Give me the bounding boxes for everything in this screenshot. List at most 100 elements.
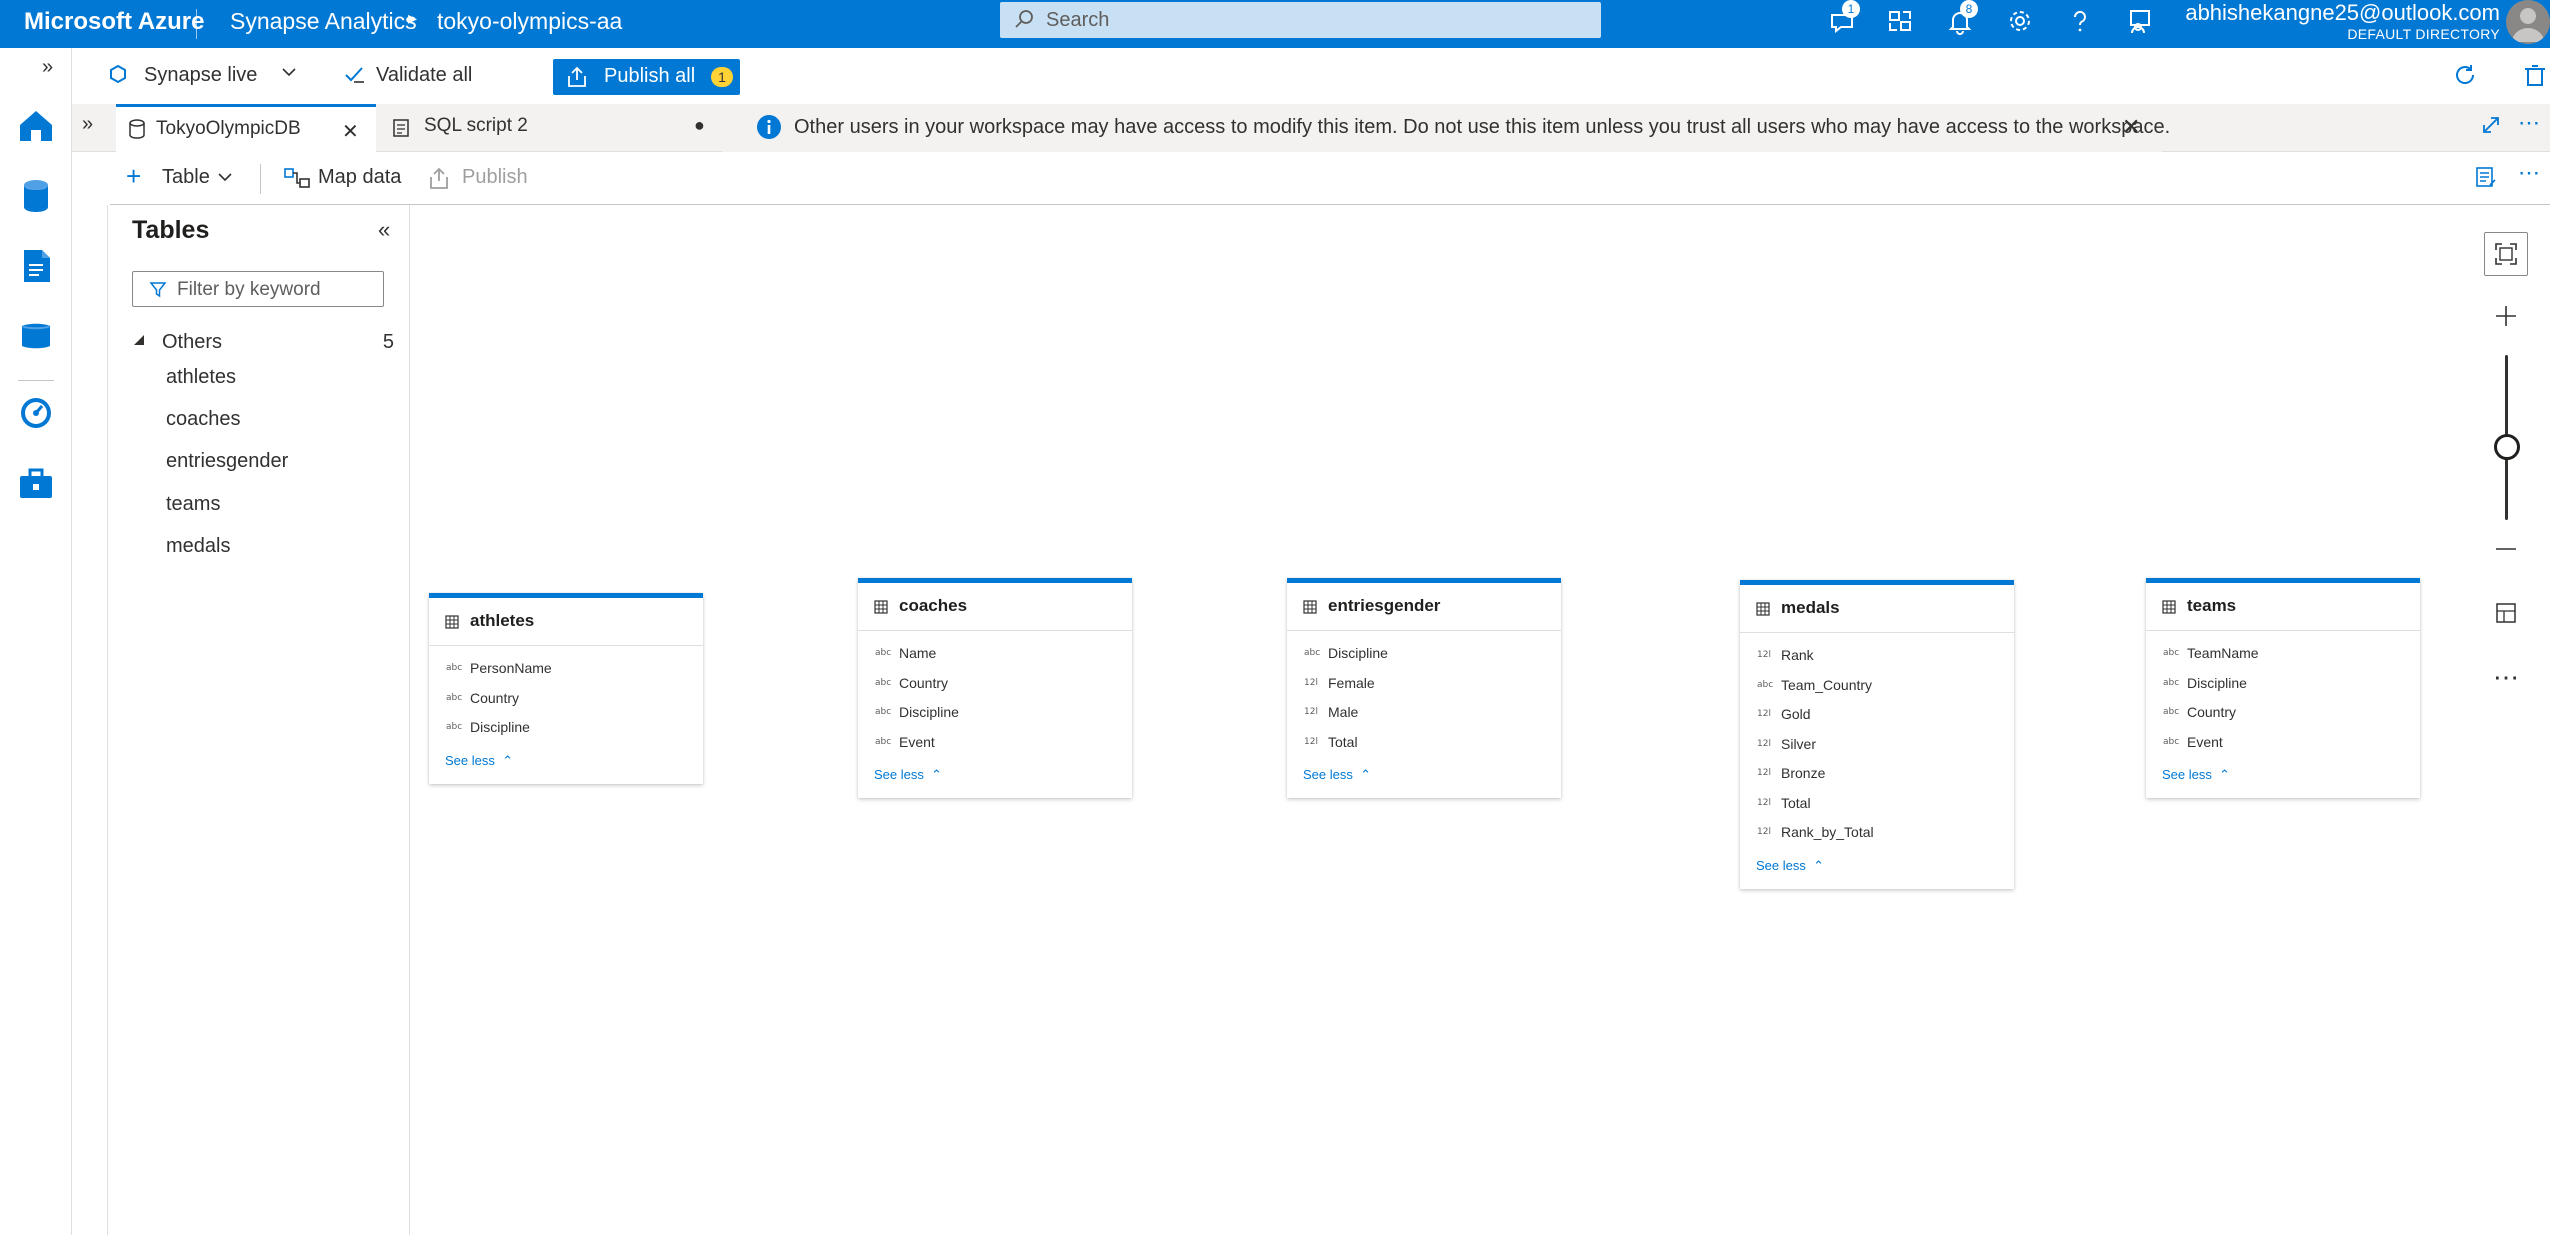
manage-hub-icon[interactable] xyxy=(16,464,56,504)
column-row[interactable]: abc Country xyxy=(858,670,1132,700)
see-less-link[interactable]: See less ⌃ xyxy=(1287,758,1561,798)
column-name: Bronze xyxy=(1781,765,1826,781)
help-icon[interactable] xyxy=(2060,5,2100,43)
column-row[interactable]: abc Discipline xyxy=(858,699,1132,729)
add-table-button[interactable]: Table xyxy=(162,166,210,189)
develop-hub-icon[interactable] xyxy=(16,246,56,286)
zoom-in-button[interactable] xyxy=(2484,294,2528,338)
entity-header[interactable]: teams xyxy=(2146,583,2420,631)
entity-header[interactable]: medals xyxy=(1740,585,2014,633)
column-type-icon: 12l xyxy=(1304,736,1318,747)
settings-gear-icon[interactable] xyxy=(2000,5,2040,43)
canvas-more-icon[interactable]: ⋯ xyxy=(2484,657,2528,701)
properties-icon[interactable] xyxy=(2474,165,2498,194)
filter-by-keyword-input[interactable]: Filter by keyword xyxy=(132,271,384,307)
validate-all-button[interactable]: Validate all xyxy=(376,64,472,87)
column-name: Male xyxy=(1328,704,1359,720)
column-row[interactable]: abc PersonName xyxy=(429,655,703,685)
column-row[interactable]: abc Event xyxy=(858,729,1132,759)
see-less-link[interactable]: See less ⌃ xyxy=(429,744,703,784)
column-row[interactable]: abc TeamName xyxy=(2146,640,2420,670)
designer-more-icon[interactable]: ⋯ xyxy=(2518,160,2541,186)
data-hub-icon[interactable] xyxy=(16,176,56,216)
tab-sql-script-2[interactable]: SQL script 2 ● xyxy=(384,104,714,152)
column-name: Female xyxy=(1328,674,1375,691)
column-row[interactable]: abc Discipline xyxy=(429,714,703,744)
tables-group-others[interactable]: Others 5 xyxy=(132,325,394,359)
entity-card-teams[interactable]: teams abc TeamName abc Discipline abc Count… xyxy=(2146,578,2420,798)
column-row[interactable]: abc Country xyxy=(429,685,703,715)
dismiss-banner-icon[interactable]: ✕ xyxy=(2122,114,2140,140)
publish-all-button[interactable]: Publish all 1 xyxy=(553,59,740,95)
discard-all-icon[interactable] xyxy=(2522,62,2548,94)
column-row[interactable]: abc Country xyxy=(2146,699,2420,729)
fit-screen-icon xyxy=(2495,243,2517,265)
table-item-entriesgender[interactable]: entriesgender xyxy=(166,450,288,473)
avatar[interactable] xyxy=(2506,0,2550,44)
monitor-hub-icon[interactable] xyxy=(16,393,56,433)
column-row[interactable]: 12l Total xyxy=(1740,790,2014,820)
maximize-icon[interactable] xyxy=(2480,114,2502,141)
column-type-icon: 12l xyxy=(1757,768,1771,778)
notifications-icon[interactable]: 8 xyxy=(1940,0,1980,43)
breadcrumb-workspace[interactable]: tokyo-olympics-aa xyxy=(437,8,622,35)
column-row[interactable]: abc Name xyxy=(858,640,1132,670)
column-row[interactable]: 12l Total xyxy=(1287,729,1561,759)
column-row[interactable]: 12l Bronze xyxy=(1740,760,2014,790)
column-row[interactable]: 12l Rank_by_Total xyxy=(1740,819,2014,849)
publish-button[interactable]: Publish xyxy=(462,166,528,189)
see-less-link[interactable]: See less ⌃ xyxy=(858,758,1132,798)
entity-header[interactable]: athletes xyxy=(429,598,703,646)
column-row[interactable]: abc Team_Country xyxy=(1740,672,2014,702)
account-info[interactable]: abhishekangne25@outlook.com DEFAULT DIRE… xyxy=(2185,0,2500,42)
table-item-athletes[interactable]: athletes xyxy=(166,366,236,389)
feedback-badge: 1 xyxy=(1842,0,1860,18)
more-options-icon[interactable]: ⋯ xyxy=(2518,110,2541,136)
zoom-slider-thumb[interactable] xyxy=(2494,434,2520,460)
column-name: Discipline xyxy=(470,719,530,735)
expand-explorer-icon[interactable]: » xyxy=(82,113,93,136)
chevron-down-icon[interactable] xyxy=(280,63,298,87)
column-row[interactable]: 12l Female xyxy=(1287,670,1561,700)
column-row[interactable]: abc Event xyxy=(2146,729,2420,759)
entity-header[interactable]: coaches xyxy=(858,583,1132,631)
directory-switch-icon[interactable] xyxy=(1880,5,1920,43)
table-item-teams[interactable]: teams xyxy=(166,493,220,516)
table-item-medals[interactable]: medals xyxy=(166,535,230,558)
entity-card-medals[interactable]: medals 12l Rank abc Team_Country 12l Gold 1… xyxy=(1740,580,2014,889)
synapse-live-label[interactable]: Synapse live xyxy=(144,64,257,87)
breadcrumb-service[interactable]: Synapse Analytics xyxy=(230,8,417,35)
column-row[interactable]: 12l Male xyxy=(1287,699,1561,729)
search-box[interactable]: Search xyxy=(1000,2,1601,38)
expand-rail-icon[interactable]: » xyxy=(42,56,53,79)
tab-tokyoolympicdb[interactable]: TokyoOlympicDB ✕ xyxy=(116,104,376,152)
top-bar: Microsoft Azure Synapse Analytics ▸ toky… xyxy=(0,0,2550,48)
column-row[interactable]: abc Discipline xyxy=(2146,670,2420,700)
table-item-coaches[interactable]: coaches xyxy=(166,408,241,431)
zoom-out-button[interactable] xyxy=(2484,527,2528,571)
column-row[interactable]: 12l Silver xyxy=(1740,731,2014,761)
feedback-icon[interactable]: 1 xyxy=(1822,0,1862,43)
brand-title[interactable]: Microsoft Azure xyxy=(24,8,204,36)
see-less-link[interactable]: See less ⌃ xyxy=(1740,849,2014,889)
column-row[interactable]: 12l Gold xyxy=(1740,701,2014,731)
column-row[interactable]: 12l Rank xyxy=(1740,642,2014,672)
notifications-badge: 8 xyxy=(1960,0,1978,18)
feedback-person-icon[interactable] xyxy=(2120,5,2160,43)
home-icon[interactable] xyxy=(16,106,56,146)
column-row[interactable]: abc Discipline xyxy=(1287,640,1561,670)
integrate-hub-icon[interactable] xyxy=(16,316,56,356)
fit-to-screen-button[interactable] xyxy=(2484,232,2528,276)
refresh-icon[interactable] xyxy=(2452,62,2478,94)
see-less-link[interactable]: See less ⌃ xyxy=(2146,758,2420,798)
map-data-button[interactable]: Map data xyxy=(318,166,401,189)
entity-card-entriesgender[interactable]: entriesgender abc Discipline 12l Female 12… xyxy=(1287,578,1561,798)
entity-card-coaches[interactable]: coaches abc Name abc Country abc Discipline… xyxy=(858,578,1132,798)
column-type-icon: abc xyxy=(875,736,892,747)
close-tab-icon[interactable]: ✕ xyxy=(342,119,359,144)
entity-card-athletes[interactable]: athletes abc PersonName abc Country abc Dis… xyxy=(429,593,703,784)
entity-header[interactable]: entriesgender xyxy=(1287,583,1561,631)
collapse-pane-icon[interactable]: « xyxy=(378,217,390,243)
minimap-button[interactable] xyxy=(2484,591,2528,635)
table-chevron-down-icon[interactable] xyxy=(216,168,234,192)
